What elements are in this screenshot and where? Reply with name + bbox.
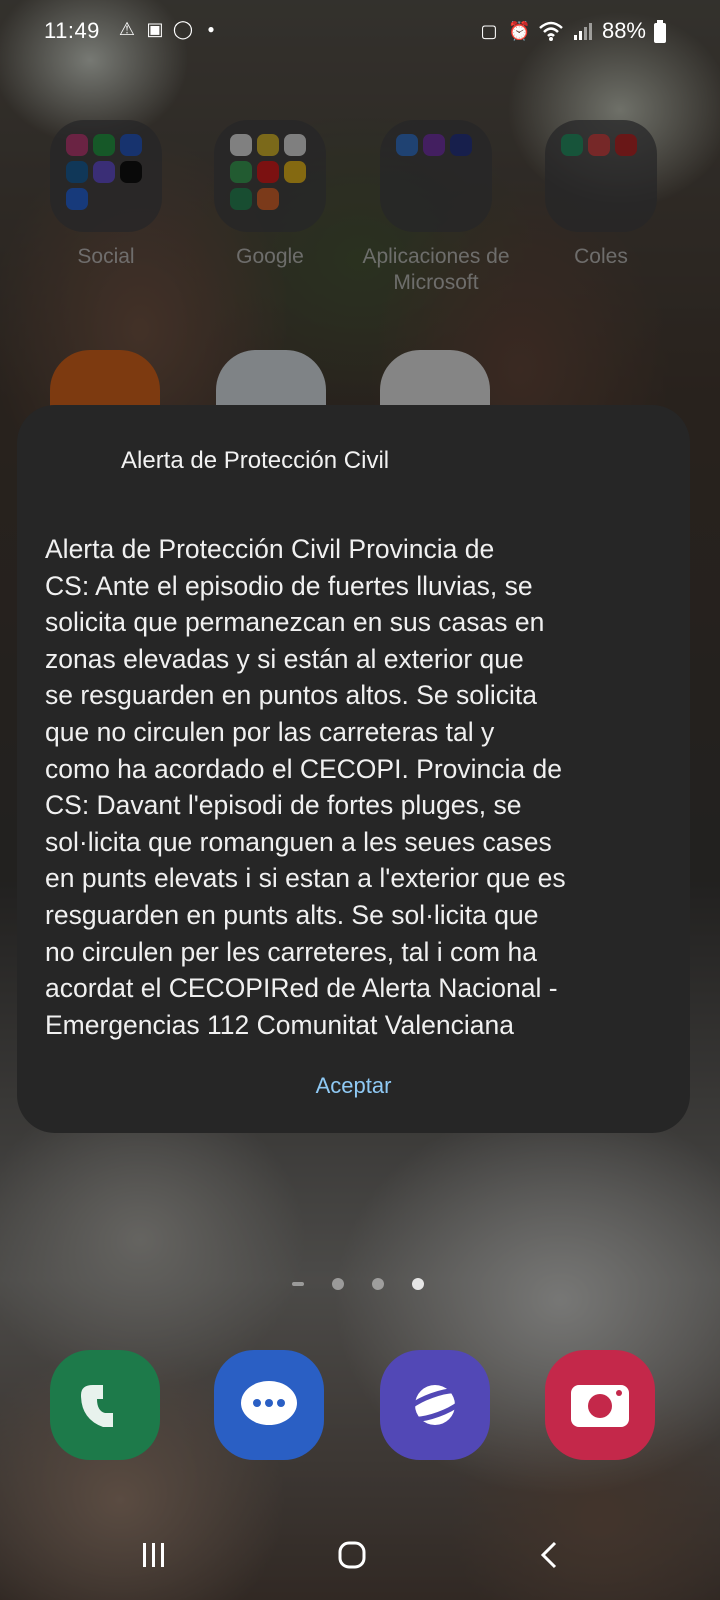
alarm-icon: ⏰ [507, 21, 531, 41]
page-dot-active [412, 1278, 424, 1290]
recents-icon [143, 1543, 164, 1567]
battery-percent: 88% [601, 18, 646, 43]
battery-saver-icon: ▢ [480, 21, 498, 41]
wifi-icon [539, 21, 563, 41]
battery-icon [654, 20, 666, 43]
back-button[interactable] [520, 1530, 580, 1580]
internet-icon[interactable] [380, 1350, 490, 1460]
navigation-bar [0, 1512, 720, 1600]
home-button[interactable] [322, 1530, 382, 1580]
signal-icon [573, 23, 592, 40]
recent-apps-button[interactable] [124, 1530, 184, 1580]
status-bar: 11:49 ⚠ ▣ ◯ ● ▢ ⏰ 88% [0, 0, 720, 64]
chat-icon: ▣ [146, 19, 164, 39]
dialog-title: Alerta de Protección Civil [121, 447, 390, 474]
accept-button[interactable]: Aceptar [17, 1073, 690, 1099]
emergency-alert-dialog: Alerta de Protección Civil Alerta de Pro… [17, 405, 690, 1133]
phone-icon[interactable] [50, 1350, 160, 1460]
dialog-message: Alerta de Protección Civil Provincia de … [45, 534, 566, 1040]
whatsapp-icon: ◯ [172, 19, 194, 39]
back-icon [540, 1541, 557, 1569]
home-icon [338, 1541, 366, 1569]
status-time: 11:49 [44, 18, 100, 43]
camera-icon[interactable] [545, 1350, 655, 1460]
page-dot [372, 1278, 384, 1290]
home-page-dot [292, 1282, 304, 1286]
dot-icon: ● [207, 22, 215, 36]
page-dot [332, 1278, 344, 1290]
messages-icon[interactable] [214, 1350, 324, 1460]
page-indicator[interactable] [292, 1278, 424, 1290]
warning-icon: ⚠ [118, 19, 136, 39]
